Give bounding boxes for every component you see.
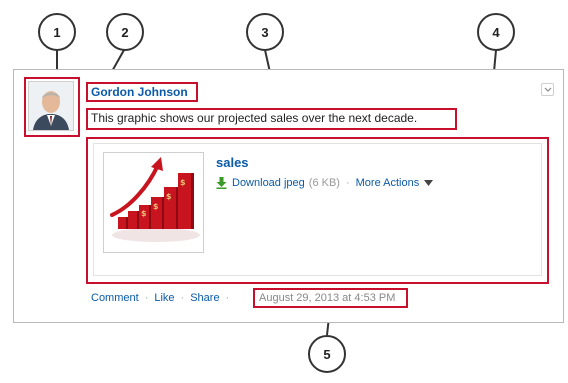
file-size-label: (6 KB) [308, 177, 340, 189]
svg-text:$: $ [141, 209, 147, 218]
person-photo-icon [29, 82, 73, 130]
post-body-text: This graphic shows our projected sales o… [91, 111, 418, 125]
attachment-title-link[interactable]: sales [216, 155, 249, 170]
like-link[interactable]: Like [154, 292, 174, 304]
attachment-thumbnail[interactable]: $ $ $ $ [103, 152, 204, 253]
callout-1-number: 1 [53, 24, 61, 40]
caret-down-icon[interactable] [424, 180, 434, 186]
callout-4-number: 4 [492, 24, 500, 40]
callout-5: 5 [308, 335, 346, 373]
more-actions-link[interactable]: More Actions [356, 177, 420, 189]
avatar[interactable] [28, 81, 74, 131]
post-actions-bar: Comment · Like · Share · [91, 292, 235, 304]
callout-4: 4 [477, 13, 515, 51]
post-timestamp[interactable]: August 29, 2013 at 4:53 PM [259, 292, 395, 304]
callout-5-number: 5 [323, 346, 331, 362]
comment-link[interactable]: Comment [91, 292, 139, 304]
separator-dot: · [345, 177, 350, 189]
separator-dot: · [144, 292, 149, 304]
annotated-feed-screenshot: 1 2 3 4 5 Gordon Johnson This graphic sh… [0, 0, 568, 383]
svg-text:$: $ [166, 192, 172, 201]
download-jpeg-link[interactable]: Download jpeg [232, 177, 305, 189]
chevron-down-icon [544, 87, 552, 92]
callout-2-number: 2 [121, 24, 129, 40]
separator-dot: · [180, 292, 185, 304]
post-menu-button[interactable] [541, 83, 554, 96]
separator-dot: · [225, 292, 230, 304]
svg-text:$: $ [180, 178, 186, 187]
author-name-link[interactable]: Gordon Johnson [91, 85, 188, 99]
callout-3-number: 3 [261, 24, 269, 40]
callout-3: 3 [246, 13, 284, 51]
attachment-actions: Download jpeg (6 KB) · More Actions [216, 177, 434, 189]
download-arrow-icon [216, 177, 227, 189]
sales-growth-image-icon: $ $ $ $ [104, 153, 203, 252]
svg-text:$: $ [153, 202, 159, 211]
callout-2: 2 [106, 13, 144, 51]
share-link[interactable]: Share [190, 292, 219, 304]
callout-1: 1 [38, 13, 76, 51]
